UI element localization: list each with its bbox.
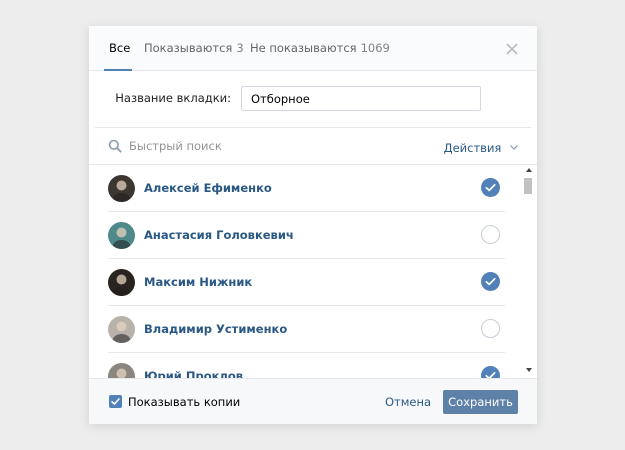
save-button[interactable]: Сохранить: [443, 390, 518, 414]
tab-all-label: Все: [109, 41, 131, 55]
list-item[interactable]: Юрий Проклов: [89, 353, 521, 378]
list-item[interactable]: Максим Нижник: [89, 259, 521, 306]
avatar: [108, 316, 135, 343]
avatar: [108, 269, 135, 296]
tab-name-label: Название вкладки:: [115, 91, 231, 105]
search-input[interactable]: [129, 135, 429, 157]
list-item[interactable]: Анастасия Головкевич: [89, 212, 521, 259]
list-item[interactable]: Владимир Устименко: [89, 306, 521, 353]
tab-shown[interactable]: Показываются 3: [144, 26, 244, 71]
user-name[interactable]: Анастасия Головкевич: [144, 228, 294, 242]
show-copies-label[interactable]: Показывать копии: [128, 395, 240, 409]
avatar: [108, 363, 135, 378]
show-copies-checkbox[interactable]: [109, 395, 122, 408]
tab-all[interactable]: Все: [109, 26, 130, 71]
list-item[interactable]: Алексей Ефименко: [89, 165, 521, 212]
actions-dropdown[interactable]: Действия: [444, 139, 518, 155]
scroll-up-arrow-icon[interactable]: [526, 168, 532, 172]
tab-hidden-count: 1069: [360, 41, 390, 55]
checkmark-icon: [111, 398, 120, 405]
tab-shown-label: Показываются: [144, 41, 233, 55]
tabs-bar: Все Показываются 3 Не показываются 1069: [89, 26, 537, 71]
unchecked-circle-icon[interactable]: [481, 225, 500, 244]
user-name[interactable]: Юрий Проклов: [144, 369, 243, 378]
tab-name-input[interactable]: [241, 86, 481, 111]
user-name[interactable]: Максим Нижник: [144, 275, 252, 289]
user-name[interactable]: Владимир Устименко: [144, 322, 287, 336]
user-name[interactable]: Алексей Ефименко: [144, 181, 272, 195]
modal-footer: Показывать копии Отмена Сохранить: [89, 378, 537, 424]
scrollbar-thumb[interactable]: [524, 178, 532, 194]
scrollbar[interactable]: [521, 165, 535, 378]
search-row: Действия: [89, 128, 537, 164]
tab-shown-count: 3: [236, 41, 244, 55]
cancel-button[interactable]: Отмена: [373, 390, 443, 414]
checked-circle-icon[interactable]: [481, 178, 500, 197]
avatar: [108, 222, 135, 249]
avatar: [108, 175, 135, 202]
scroll-down-arrow-icon[interactable]: [526, 368, 532, 372]
tab-name-row: Название вкладки:: [89, 71, 537, 127]
search-icon: [108, 139, 122, 153]
chevron-down-icon: [510, 139, 518, 153]
checked-circle-icon[interactable]: [481, 366, 500, 378]
close-icon[interactable]: [501, 38, 523, 60]
unchecked-circle-icon[interactable]: [481, 319, 500, 338]
privacy-tab-modal: Все Показываются 3 Не показываются 1069 На…: [89, 26, 537, 424]
tab-hidden-label: Не показываются: [250, 41, 357, 55]
checked-circle-icon[interactable]: [481, 272, 500, 291]
actions-label: Действия: [443, 141, 502, 155]
tab-hidden[interactable]: Не показываются 1069: [250, 26, 390, 71]
friends-list: Алексей Ефименко Анастасия Головкевич Макс…: [89, 165, 537, 378]
